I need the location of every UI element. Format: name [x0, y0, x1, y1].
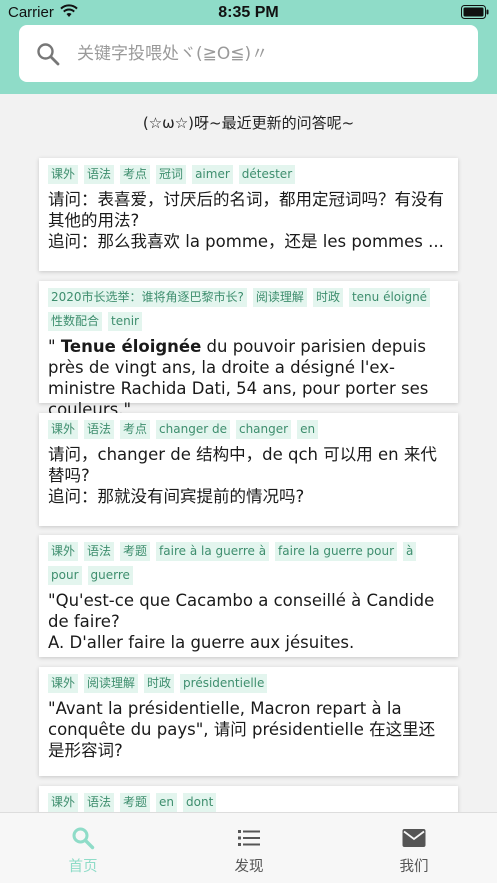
clock: 8:35 PM: [218, 4, 279, 21]
question-text: 请问，changer de 结构中，de qch 可以用 en 来代替吗?: [48, 445, 437, 485]
tag[interactable]: 阅读理解: [84, 674, 139, 693]
search-icon: [37, 43, 60, 66]
tab-home[interactable]: 首页: [0, 813, 166, 883]
tag[interactable]: 冠词: [156, 165, 187, 184]
section-title: (☆ω☆)呀~最近更新的问答呢~: [142, 114, 355, 132]
highlighted-phrase: Tenue éloignée: [60, 337, 202, 356]
answer-option: A. D'aller faire la guerre aux jésuites.: [48, 633, 355, 652]
list-icon: [238, 830, 260, 846]
tag[interactable]: 考点: [120, 420, 151, 439]
search-bar[interactable]: [19, 25, 478, 82]
tab-label: 首页: [68, 859, 98, 875]
tag[interactable]: 时政: [144, 674, 175, 693]
question-card[interactable]: 课外 语法 考点 changer de changer en 请问，change…: [39, 413, 458, 526]
tag[interactable]: 性数配合: [48, 312, 103, 331]
tag[interactable]: changer de: [156, 420, 230, 439]
tag-list: 课外 语法 考点 changer de changer en: [48, 420, 448, 439]
card-body: 请问，changer de 结构中，de qch 可以用 en 来代替吗? 追问…: [48, 444, 448, 507]
card-body: "Qu'est-ce que Cacambo a conseillé à Can…: [48, 590, 448, 653]
question-text: 请问：表喜爱，讨厌后的名词，都用定冠词吗？有没有其他的用法?: [48, 190, 444, 230]
question-card[interactable]: 课外 语法 考点 冠词 aimer détester 请问：表喜爱，讨厌后的名词…: [39, 158, 458, 271]
tag-list: 课外 语法 考题 faire à la guerre à faire la gu…: [48, 542, 448, 585]
tag-list: 课外 语法 考题 en dont: [48, 793, 448, 812]
search-icon: [72, 827, 95, 850]
mail-icon: [402, 829, 426, 847]
question-card[interactable]: 2020市长选举：谁将角逐巴黎市长? 阅读理解 时政 tenu éloigné …: [39, 281, 458, 419]
tag[interactable]: aimer: [192, 165, 233, 184]
card-body: 请问：表喜爱，讨厌后的名词，都用定冠词吗？有没有其他的用法? 追问：那么我喜欢 …: [48, 189, 448, 252]
tag[interactable]: détester: [238, 165, 296, 184]
tag[interactable]: tenu éloigné: [348, 288, 431, 307]
tag[interactable]: 阅读理解: [252, 288, 307, 307]
status-bar: Carrier 8:35 PM: [0, 0, 497, 24]
tag[interactable]: 考点: [120, 165, 151, 184]
tag-list: 课外 阅读理解 时政 présidentielle: [48, 674, 448, 693]
quote-mark: ": [48, 337, 61, 356]
tab-bar: 首页 发现 我们: [0, 812, 497, 883]
tag[interactable]: en: [156, 793, 178, 812]
tag-list: 课外 语法 考点 冠词 aimer détester: [48, 165, 448, 184]
tag[interactable]: 课外: [48, 793, 79, 812]
tag[interactable]: 考题: [120, 793, 151, 812]
battery-icon: [461, 5, 489, 19]
tag[interactable]: 语法: [84, 793, 115, 812]
question-card[interactable]: 课外 阅读理解 时政 présidentielle "Avant la prés…: [39, 667, 458, 776]
question-text: "Avant la présidentielle, Macron repart …: [48, 699, 436, 760]
followup-text: 追问：那么我喜欢 la pomme，还是 les pommes ...: [48, 232, 444, 251]
tag[interactable]: 语法: [84, 542, 115, 561]
card-body: "Avant la présidentielle, Macron repart …: [48, 698, 448, 761]
tag[interactable]: guerre: [87, 566, 133, 585]
tag[interactable]: 2020市长选举：谁将角逐巴黎市长?: [48, 288, 247, 307]
tab-discover[interactable]: 发现: [166, 813, 332, 883]
tag[interactable]: 课外: [48, 542, 79, 561]
tag[interactable]: 时政: [312, 288, 343, 307]
question-text: "Qu'est-ce que Cacambo a conseillé à Can…: [48, 591, 435, 631]
tag[interactable]: 课外: [48, 165, 79, 184]
followup-text: 追问：那就没有间宾提前的情况吗?: [48, 487, 305, 506]
tag[interactable]: 课外: [48, 420, 79, 439]
tag[interactable]: dont: [183, 793, 217, 812]
tag[interactable]: changer: [235, 420, 292, 439]
tag[interactable]: faire à la guerre à: [156, 542, 270, 561]
tag[interactable]: 考题: [120, 542, 151, 561]
tag-list: 2020市长选举：谁将角逐巴黎市长? 阅读理解 时政 tenu éloigné …: [48, 288, 448, 331]
tab-label: 发现: [234, 859, 264, 875]
tag[interactable]: 课外: [48, 674, 79, 693]
header: [0, 24, 497, 94]
tab-label: 我们: [399, 859, 429, 875]
tag[interactable]: 语法: [84, 165, 115, 184]
tag[interactable]: pour: [48, 566, 82, 585]
search-input[interactable]: [77, 40, 457, 68]
question-card[interactable]: 课外 语法 考题 faire à la guerre à faire la gu…: [39, 535, 458, 657]
tag[interactable]: faire la guerre pour: [275, 542, 398, 561]
tag[interactable]: à: [403, 542, 417, 561]
card-body: " Tenue éloignée du pouvoir parisien dep…: [48, 336, 448, 420]
tag[interactable]: tenir: [108, 312, 142, 331]
tag[interactable]: 语法: [84, 420, 115, 439]
tab-about[interactable]: 我们: [331, 813, 497, 883]
tag[interactable]: présidentielle: [180, 674, 268, 693]
tag[interactable]: en: [297, 420, 319, 439]
